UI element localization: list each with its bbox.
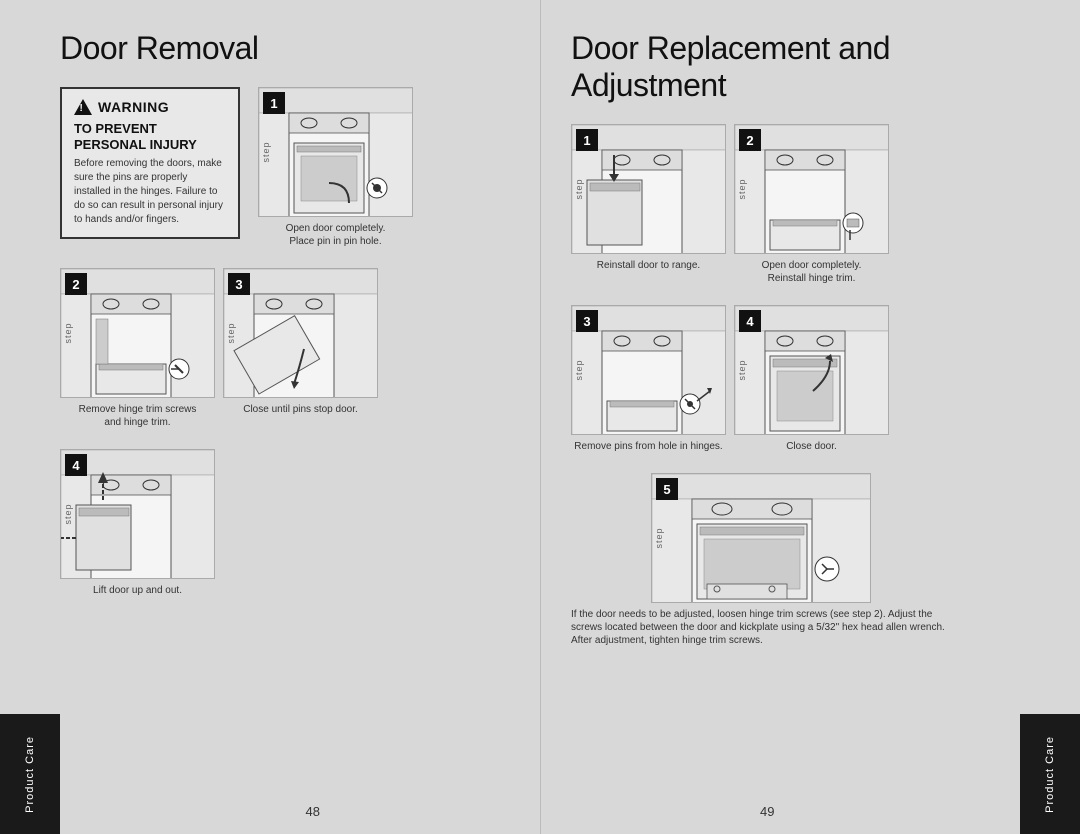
step-2-vertical: step bbox=[63, 322, 73, 343]
warning-title: WARNING bbox=[98, 99, 169, 115]
right-row-2: 3 step bbox=[571, 305, 1020, 463]
right-step-3-label: Remove pins from hole in hinges. bbox=[574, 440, 722, 453]
step-1-vertical: step bbox=[261, 141, 271, 162]
step-3-label: Close until pins stop door. bbox=[243, 403, 358, 416]
row-3: 4 step bbox=[60, 449, 510, 607]
right-row-3: 5 step bbox=[571, 473, 1020, 657]
step-4-block: 4 step bbox=[60, 449, 215, 597]
right-step-1-block: 1 step bbox=[571, 124, 726, 272]
right-step-2-image: 2 step bbox=[734, 124, 889, 254]
step-1-badge: 1 bbox=[263, 92, 285, 114]
right-step-4-image: 4 step bbox=[734, 305, 889, 435]
right-step-5-svg bbox=[652, 474, 871, 603]
step-3-badge: 3 bbox=[228, 273, 250, 295]
right-side-tab: Product Care bbox=[1020, 714, 1080, 834]
right-section-title: Door Replacement and Adjustment bbox=[571, 30, 1020, 104]
warning-triangle-icon bbox=[74, 99, 92, 115]
right-section: Door Replacement and Adjustment 1 step bbox=[540, 0, 1080, 834]
step-3-vertical: step bbox=[226, 322, 236, 343]
right-step-5-label: If the door needs to be adjusted, loosen… bbox=[571, 608, 951, 647]
first-row: WARNING TO PREVENT PERSONAL INJURY Befor… bbox=[60, 87, 510, 258]
right-step-2-badge: 2 bbox=[739, 129, 761, 151]
right-step-4-vertical: step bbox=[737, 359, 747, 380]
right-step-4-badge: 4 bbox=[739, 310, 761, 332]
right-step-2-block: 2 step bbox=[734, 124, 889, 285]
right-step-3-image: 3 step bbox=[571, 305, 726, 435]
left-section: Door Removal WARNING TO PREVENT PERSONAL… bbox=[0, 0, 540, 834]
right-side-tab-label: Product Care bbox=[1044, 736, 1056, 813]
step-2-image: 2 step bbox=[60, 268, 215, 398]
right-step-1-image: 1 step bbox=[571, 124, 726, 254]
right-step-3-badge: 3 bbox=[576, 310, 598, 332]
step-2-badge: 2 bbox=[65, 273, 87, 295]
left-side-tab: Product Care bbox=[0, 714, 60, 834]
row-2: 2 step bbox=[60, 268, 510, 439]
step-1-block: 1 step bbox=[258, 87, 413, 248]
right-step-1-vertical: step bbox=[574, 178, 584, 199]
right-step-4-label: Close door. bbox=[786, 440, 837, 453]
step-4-badge: 4 bbox=[65, 454, 87, 476]
right-step-1-label: Reinstall door to range. bbox=[597, 259, 700, 272]
step-2-label: Remove hinge trim screws and hinge trim. bbox=[79, 403, 197, 429]
right-step-5-block: 5 step bbox=[571, 473, 951, 647]
right-step-2-label: Open door completely. Reinstall hinge tr… bbox=[762, 259, 862, 285]
step-4-image: 4 step bbox=[60, 449, 215, 579]
right-step-5-image: 5 step bbox=[651, 473, 871, 603]
warning-subtitle: TO PREVENT PERSONAL INJURY bbox=[74, 121, 226, 152]
page-numbers: 48 49 bbox=[306, 804, 775, 819]
step-4-label: Lift door up and out. bbox=[93, 584, 182, 597]
step-3-image: 3 step bbox=[223, 268, 378, 398]
left-side-tab-label: Product Care bbox=[24, 736, 36, 813]
warning-text: Before removing the doors, make sure the… bbox=[74, 157, 226, 227]
step-2-block: 2 step bbox=[60, 268, 215, 429]
right-step-3-vertical: step bbox=[574, 359, 584, 380]
right-step-1-badge: 1 bbox=[576, 129, 598, 151]
step-1-label: Open door completely. Place pin in pin h… bbox=[286, 222, 386, 248]
page-number-right: 49 bbox=[760, 804, 774, 819]
right-step-2-vertical: step bbox=[737, 178, 747, 199]
step-4-vertical: step bbox=[63, 503, 73, 524]
right-step-3-block: 3 step bbox=[571, 305, 726, 453]
step-3-block: 3 step bbox=[223, 268, 378, 416]
warning-header: WARNING bbox=[74, 99, 226, 115]
right-step-4-block: 4 step bbox=[734, 305, 889, 453]
right-step-5-badge: 5 bbox=[656, 478, 678, 500]
right-step-5-vertical: step bbox=[654, 527, 664, 548]
page-number-left: 48 bbox=[306, 804, 320, 819]
step-1-image: 1 step bbox=[258, 87, 413, 217]
left-section-title: Door Removal bbox=[60, 30, 510, 67]
right-row-1: 1 step bbox=[571, 124, 1020, 295]
warning-box: WARNING TO PREVENT PERSONAL INJURY Befor… bbox=[60, 87, 240, 239]
